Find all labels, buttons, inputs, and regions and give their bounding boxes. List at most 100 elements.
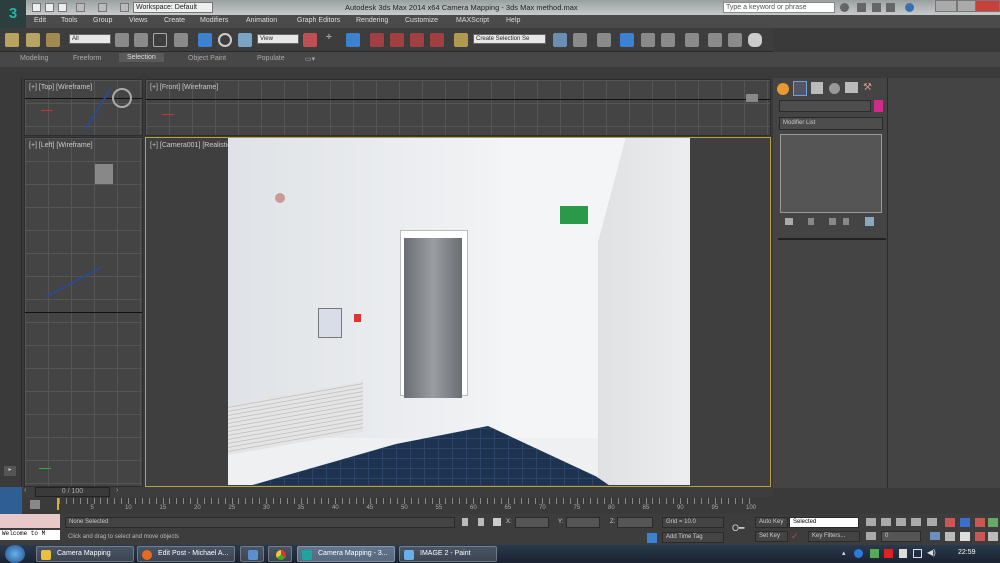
previous-key-icon[interactable]: [881, 518, 891, 526]
go-to-end-icon[interactable]: [927, 518, 937, 526]
taskbar-item-3dsmax[interactable]: Camera Mapping - 3...: [297, 546, 395, 562]
close-button[interactable]: [975, 0, 1000, 12]
viewcube-icon[interactable]: [112, 88, 132, 108]
zoom-all-icon[interactable]: [960, 518, 970, 527]
clock[interactable]: 22:59: [958, 549, 976, 556]
field-of-view-icon[interactable]: [945, 532, 955, 541]
selection-filter-dropdown[interactable]: All: [69, 34, 111, 44]
display-tab-icon[interactable]: [845, 82, 858, 93]
menu-help[interactable]: Help: [506, 17, 520, 24]
zoom-icon[interactable]: [945, 518, 955, 527]
set-key-button[interactable]: Set Key: [755, 531, 788, 542]
modifier-list-dropdown[interactable]: Modifier List: [779, 117, 883, 130]
select-manipulate-icon[interactable]: ✛: [326, 33, 340, 47]
viewport-top[interactable]: [+] [Top] [Wireframe]: [24, 79, 143, 136]
rectangular-selection-icon[interactable]: [153, 33, 167, 47]
select-object-icon[interactable]: [115, 33, 129, 47]
window-crossing-icon[interactable]: [174, 33, 188, 47]
absolute-mode-icon[interactable]: [493, 518, 501, 526]
maximize-viewport-icon[interactable]: [988, 532, 998, 541]
pivot-center-icon[interactable]: [303, 33, 317, 47]
app-logo[interactable]: 3: [0, 0, 26, 28]
configure-modifier-sets-icon[interactable]: [865, 217, 874, 226]
menu-graph-editors[interactable]: Graph Editors: [297, 17, 340, 24]
render-setup-icon[interactable]: [708, 33, 722, 47]
rendered-frame-window-icon[interactable]: [728, 33, 742, 47]
prev-frame-icon[interactable]: ‹: [24, 487, 34, 497]
percent-snap-icon[interactable]: [410, 33, 424, 47]
scene-explorer-icon[interactable]: [620, 33, 634, 47]
viewport-left[interactable]: [+] [Left] [Wireframe]: [24, 137, 143, 487]
select-and-move-icon[interactable]: [198, 33, 212, 47]
go-to-start-icon[interactable]: [866, 518, 876, 526]
save-icon[interactable]: [58, 3, 67, 12]
menu-edit[interactable]: Edit: [34, 17, 46, 24]
tray-overflow-icon[interactable]: ▴: [842, 549, 846, 557]
angle-snap-icon[interactable]: [390, 33, 404, 47]
isolate-selection-icon[interactable]: [462, 518, 468, 526]
select-by-name-icon[interactable]: [134, 33, 148, 47]
reference-coordinate-dropdown[interactable]: View: [257, 34, 299, 44]
menu-group[interactable]: Group: [93, 17, 112, 24]
pan-view-icon[interactable]: [960, 532, 970, 541]
link-icon[interactable]: [5, 33, 19, 47]
next-frame-icon[interactable]: ›: [116, 487, 126, 497]
x-coordinate-field[interactable]: [515, 517, 549, 528]
play-icon[interactable]: [896, 518, 906, 526]
viewport-label[interactable]: [+] [Left] [Wireframe]: [29, 142, 93, 149]
tools-icon[interactable]: [857, 3, 866, 12]
set-key-mode-icon[interactable]: O━: [732, 523, 744, 534]
menu-maxscript[interactable]: MAXScript: [456, 17, 489, 24]
search-input[interactable]: Type a keyword or phrase: [723, 2, 835, 13]
binoculars-icon[interactable]: [840, 3, 849, 12]
auto-key-button[interactable]: Auto Key: [755, 517, 788, 528]
show-end-result-icon[interactable]: [808, 218, 814, 225]
hierarchy-tab-icon[interactable]: [811, 82, 823, 94]
tab-modeling[interactable]: Modeling: [20, 55, 48, 62]
menu-create[interactable]: Create: [164, 17, 185, 24]
viewport-camera[interactable]: [+] [Camera001] [Realistic]: [145, 137, 771, 487]
taskbar-item-firefox[interactable]: Edit Post - Michael A...: [137, 546, 235, 562]
expand-arrow-icon[interactable]: ▸: [4, 466, 16, 476]
open-file-icon[interactable]: [45, 3, 54, 12]
modify-tab-icon[interactable]: [793, 81, 807, 96]
time-configuration-icon[interactable]: [930, 532, 940, 540]
render-teapot-icon[interactable]: [748, 33, 762, 47]
maxscript-input[interactable]: Welcome to M: [0, 530, 60, 540]
named-selection-dropdown[interactable]: Create Selection Se: [473, 34, 546, 44]
redo-icon[interactable]: [98, 3, 107, 12]
workspace-dropdown[interactable]: Workspace: Default: [133, 2, 213, 13]
zoom-extents-all-icon[interactable]: [988, 518, 998, 527]
minimize-button[interactable]: [935, 0, 957, 12]
pin-stack-icon[interactable]: [785, 218, 793, 225]
taskbar-item-explorer[interactable]: Camera Mapping: [36, 546, 134, 562]
current-frame-field[interactable]: 0: [881, 531, 921, 542]
mirror-icon[interactable]: [553, 33, 567, 47]
favorites-icon[interactable]: [872, 3, 881, 12]
make-unique-icon[interactable]: [829, 218, 836, 225]
viewport-layout-icon[interactable]: [0, 487, 22, 514]
key-filters-button[interactable]: Key Filters...: [808, 531, 860, 542]
y-coordinate-field[interactable]: [566, 517, 600, 528]
motion-tab-icon[interactable]: [829, 83, 840, 94]
network-tray-icon[interactable]: [870, 549, 879, 558]
keyboard-shortcut-override-icon[interactable]: [346, 33, 360, 47]
object-name-field[interactable]: [779, 100, 871, 112]
next-key-icon[interactable]: [911, 518, 921, 526]
utilities-tab-icon[interactable]: ⚒: [863, 82, 875, 94]
select-and-scale-icon[interactable]: [238, 33, 252, 47]
unlink-icon[interactable]: [26, 33, 40, 47]
tray-icon[interactable]: [854, 549, 863, 558]
taskbar-item-paint[interactable]: IMAGE 2 - Paint: [399, 546, 497, 562]
volume-icon[interactable]: ◀): [927, 548, 936, 557]
modifier-stack[interactable]: [780, 134, 882, 213]
layer-manager-icon[interactable]: [597, 33, 611, 47]
schematic-view-icon[interactable]: [661, 33, 675, 47]
create-tab-icon[interactable]: [777, 83, 789, 95]
time-slider-thumb[interactable]: 0 / 100: [35, 487, 110, 497]
edit-named-selection-icon[interactable]: [454, 33, 468, 47]
menu-modifiers[interactable]: Modifiers: [200, 17, 228, 24]
help-icon[interactable]: [905, 3, 914, 12]
mini-curve-editor-icon[interactable]: [30, 500, 40, 509]
viewport-label[interactable]: [+] [Top] [Wireframe]: [29, 84, 92, 91]
